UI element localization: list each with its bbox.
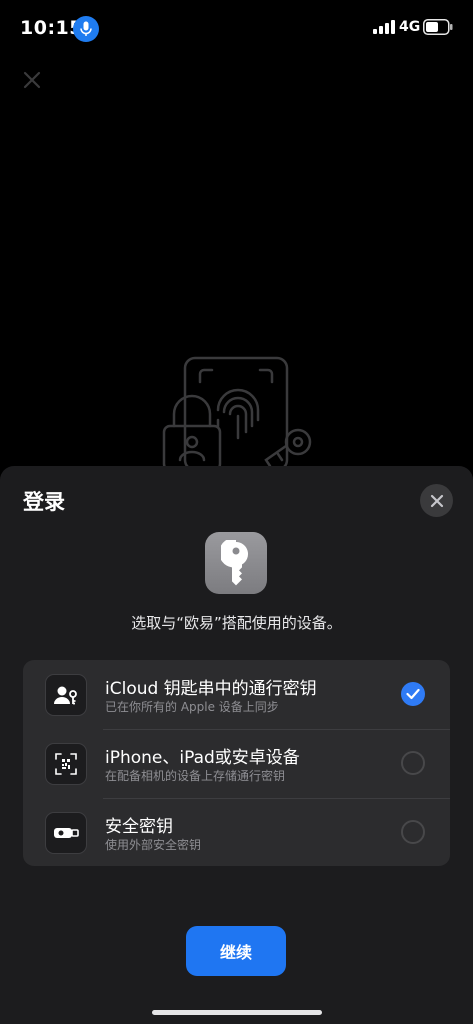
person-key-icon: [45, 674, 87, 716]
microphone-icon: [73, 16, 99, 42]
home-indicator[interactable]: [152, 1010, 322, 1015]
radio-button[interactable]: [401, 751, 425, 775]
screen: 10:15 4G 登录 选取与“欧易”搭配使用的设备。 iCloud 钥匙串中的…: [0, 0, 473, 1024]
device-options-list: iCloud 钥匙串中的通行密钥 已在你所有的 Apple 设备上同步 iPho…: [23, 660, 450, 866]
security-key-icon: [45, 812, 87, 854]
continue-button[interactable]: 继续: [186, 926, 286, 976]
option-title: 安全密钥: [105, 817, 173, 837]
qr-scan-icon: [45, 743, 87, 785]
option-security-key[interactable]: 安全密钥 使用外部安全密钥: [23, 798, 450, 866]
radio-button[interactable]: [401, 820, 425, 844]
option-subtitle: 使用外部安全密钥: [105, 838, 202, 852]
close-icon[interactable]: [22, 70, 42, 90]
passkey-fingerprint-illustration: [162, 356, 312, 472]
status-bar: 10:15 4G: [0, 0, 473, 56]
network-type: 4G: [399, 19, 421, 35]
option-subtitle: 在配备相机的设备上存储通行密钥: [105, 769, 286, 783]
close-icon: [430, 494, 443, 507]
option-icloud-keychain[interactable]: iCloud 钥匙串中的通行密钥 已在你所有的 Apple 设备上同步: [23, 660, 450, 729]
option-title: iCloud 钥匙串中的通行密钥: [105, 679, 317, 699]
option-subtitle: 已在你所有的 Apple 设备上同步: [105, 700, 279, 714]
option-title: iPhone、iPad或安卓设备: [105, 748, 300, 768]
cellular-signal-icon: [373, 20, 395, 34]
sheet-title: 登录: [23, 490, 65, 514]
option-other-device[interactable]: iPhone、iPad或安卓设备 在配备相机的设备上存储通行密钥: [23, 729, 450, 798]
sign-in-sheet: 登录 选取与“欧易”搭配使用的设备。 iCloud 钥匙串中的通行密钥 已在你所…: [0, 466, 473, 1024]
key-icon: [205, 532, 267, 594]
sheet-close-button[interactable]: [420, 484, 453, 517]
selected-checkmark-icon[interactable]: [401, 682, 425, 706]
battery-icon: [423, 19, 453, 35]
sheet-subtitle: 选取与“欧易”搭配使用的设备。: [131, 614, 342, 632]
